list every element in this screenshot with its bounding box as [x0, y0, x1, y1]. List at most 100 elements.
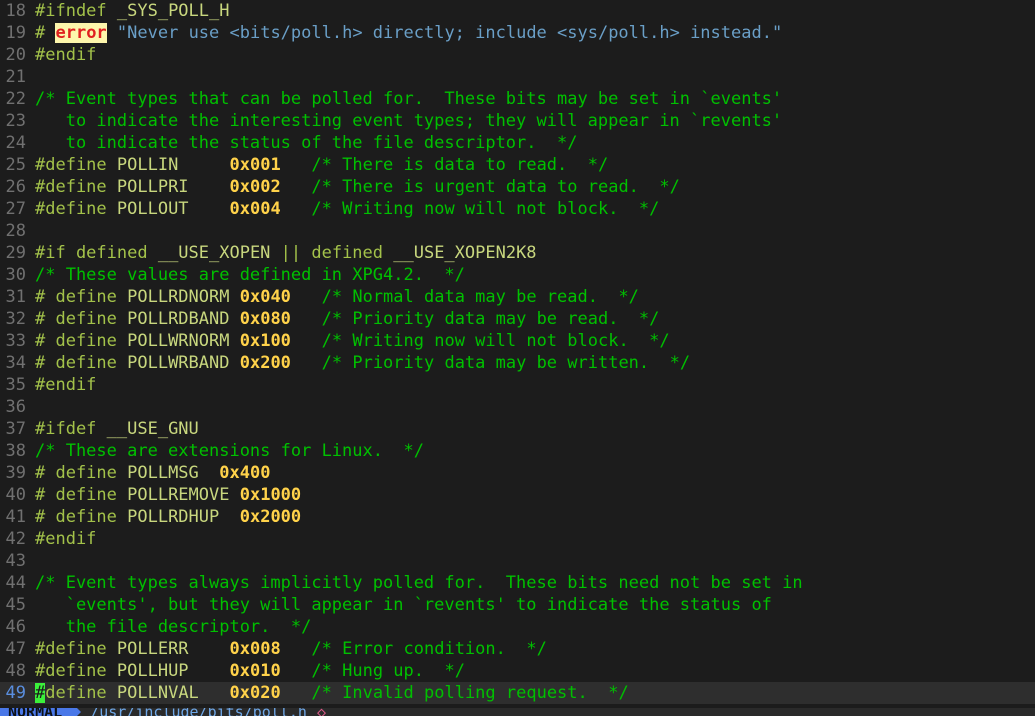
code-line[interactable]: 27 #define POLLOUT 0x004 /* Writing now w… — [0, 198, 1035, 220]
token-pre: # define — [35, 353, 128, 373]
code-text: #if defined __USE_XOPEN || defined __USE… — [26, 242, 537, 264]
code-text: to indicate the interesting event types;… — [26, 110, 782, 132]
code-line[interactable]: 18 #ifndef _SYS_POLL_H — [0, 0, 1035, 22]
code-line[interactable]: 30 /* These values are defined in XPG4.2.… — [0, 264, 1035, 286]
status-file-path: /usr/include/bits/poll.h — [70, 708, 317, 716]
token-num: 0x020 — [229, 683, 281, 703]
code-line[interactable]: 47 #define POLLERR 0x008 /* Error conditi… — [0, 638, 1035, 660]
code-text: # define POLLWRBAND 0x200 /* Priority da… — [26, 352, 690, 374]
token-pre: #endif — [35, 375, 97, 395]
code-line[interactable]: 35 #endif — [0, 374, 1035, 396]
code-line[interactable]: 20 #endif — [0, 44, 1035, 66]
code-line[interactable]: 37 #ifdef __USE_GNU — [0, 418, 1035, 440]
text-buffer[interactable]: 18 #ifndef _SYS_POLL_H 19 # error "Never us… — [0, 0, 1035, 704]
line-number: 42 — [5, 529, 26, 549]
token-num: 0x2000 — [239, 507, 302, 527]
line-number: 20 — [5, 45, 26, 65]
code-text: #endif — [26, 374, 96, 396]
token-ident: POLLRDBAND — [127, 309, 230, 329]
token-pre: #ifdef — [35, 419, 107, 439]
code-line[interactable]: 29 #if defined __USE_XOPEN || defined __U… — [0, 242, 1035, 264]
token-pre: || defined — [270, 243, 394, 263]
code-line-current[interactable]: 49 #define POLLNVAL 0x020 /* Invalid poll… — [0, 682, 1035, 704]
code-line[interactable]: 44 /* Event types always implicitly polle… — [0, 572, 1035, 594]
code-line[interactable]: 36 — [0, 396, 1035, 418]
token-ident: POLLHUP — [116, 661, 189, 681]
token-pre: # define — [35, 463, 128, 483]
code-line[interactable]: 28 — [0, 220, 1035, 242]
token-num: 0x100 — [239, 331, 291, 351]
code-line[interactable]: 33 # define POLLWRNORM 0x100 /* Writing n… — [0, 330, 1035, 352]
code-line[interactable]: 32 # define POLLRDBAND 0x080 /* Priority … — [0, 308, 1035, 330]
token-pre: # define — [35, 507, 128, 527]
token-ident: POLLERR — [116, 639, 189, 659]
token-ident: __USE_GNU — [106, 419, 199, 439]
code-line[interactable]: 42 #endif — [0, 528, 1035, 550]
code-line[interactable]: 39 # define POLLMSG 0x400 — [0, 462, 1035, 484]
code-line[interactable]: 22 /* Event types that can be polled for.… — [0, 88, 1035, 110]
code-line[interactable]: 40 # define POLLREMOVE 0x1000 — [0, 484, 1035, 506]
token-cmt: /* Hung up. */ — [311, 661, 465, 681]
line-number: 25 — [5, 155, 26, 175]
code-text: #define POLLOUT 0x004 /* Writing now wil… — [26, 198, 659, 220]
token-pre: # — [35, 23, 56, 43]
token-ident: POLLRDNORM — [127, 287, 230, 307]
code-line[interactable]: 26 #define POLLPRI 0x002 /* There is urge… — [0, 176, 1035, 198]
code-line[interactable]: 31 # define POLLRDNORM 0x040 /* Normal da… — [0, 286, 1035, 308]
token-cmt: to indicate the interesting event types;… — [35, 111, 783, 131]
token-pre: # define — [35, 309, 128, 329]
code-text: # define POLLRDNORM 0x040 /* Normal data… — [26, 286, 639, 308]
token-pre: # define — [35, 287, 128, 307]
status-modified-flag: ◇ — [317, 708, 326, 716]
line-number: 30 — [5, 265, 26, 285]
code-line[interactable]: 21 — [0, 66, 1035, 88]
code-text: #ifndef _SYS_POLL_H — [26, 0, 229, 22]
code-line[interactable]: 48 #define POLLHUP 0x010 /* Hung up. */ — [0, 660, 1035, 682]
code-line[interactable]: 41 # define POLLRDHUP 0x2000 — [0, 506, 1035, 528]
line-number: 49 — [5, 683, 26, 703]
code-text: # define POLLMSG 0x400 — [26, 462, 270, 484]
line-number: 43 — [5, 551, 26, 571]
token-pre: #define — [35, 661, 117, 681]
line-number: 21 — [5, 67, 26, 87]
code-line[interactable]: 34 # define POLLWRBAND 0x200 /* Priority … — [0, 352, 1035, 374]
line-number: 33 — [5, 331, 26, 351]
token-num: 0x001 — [229, 155, 281, 175]
token-num: 0x400 — [219, 463, 271, 483]
token-pre: #endif — [35, 529, 97, 549]
code-line[interactable]: 45 `events', but they will appear in `re… — [0, 594, 1035, 616]
line-number: 34 — [5, 353, 26, 373]
code-text: #define POLLPRI 0x002 /* There is urgent… — [26, 176, 680, 198]
line-number: 29 — [5, 243, 26, 263]
token-cmt: to indicate the status of the file descr… — [35, 133, 578, 153]
code-text: /* These are extensions for Linux. */ — [26, 440, 424, 462]
line-number: 19 — [5, 23, 26, 43]
token-cmt: the file descriptor. */ — [35, 617, 312, 637]
code-text: `events', but they will appear in `reven… — [26, 594, 772, 616]
token-cmt: /* These values are defined in XPG4.2. *… — [35, 265, 465, 285]
code-line[interactable]: 43 — [0, 550, 1035, 572]
code-line[interactable]: 25 #define POLLIN 0x001 /* There is data … — [0, 154, 1035, 176]
code-text: #ifdef __USE_GNU — [26, 418, 199, 440]
token-cmt: /* Writing now will not block. */ — [311, 199, 660, 219]
line-number: 44 — [5, 573, 26, 593]
code-line[interactable]: 46 the file descriptor. */ — [0, 616, 1035, 638]
code-text: # define POLLRDHUP 0x2000 — [26, 506, 301, 528]
code-line[interactable]: 19 # error "Never use <bits/poll.h> direc… — [0, 22, 1035, 44]
code-editor[interactable]: 18 #ifndef _SYS_POLL_H 19 # error "Never us… — [0, 0, 1035, 716]
line-number: 41 — [5, 507, 26, 527]
code-line[interactable]: 38 /* These are extensions for Linux. */ — [0, 440, 1035, 462]
code-line[interactable]: 24 to indicate the status of the file de… — [0, 132, 1035, 154]
code-text: # define POLLREMOVE 0x1000 — [26, 484, 301, 506]
code-text: /* Event types always implicitly polled … — [26, 572, 803, 594]
code-line[interactable]: 23 to indicate the interesting event typ… — [0, 110, 1035, 132]
